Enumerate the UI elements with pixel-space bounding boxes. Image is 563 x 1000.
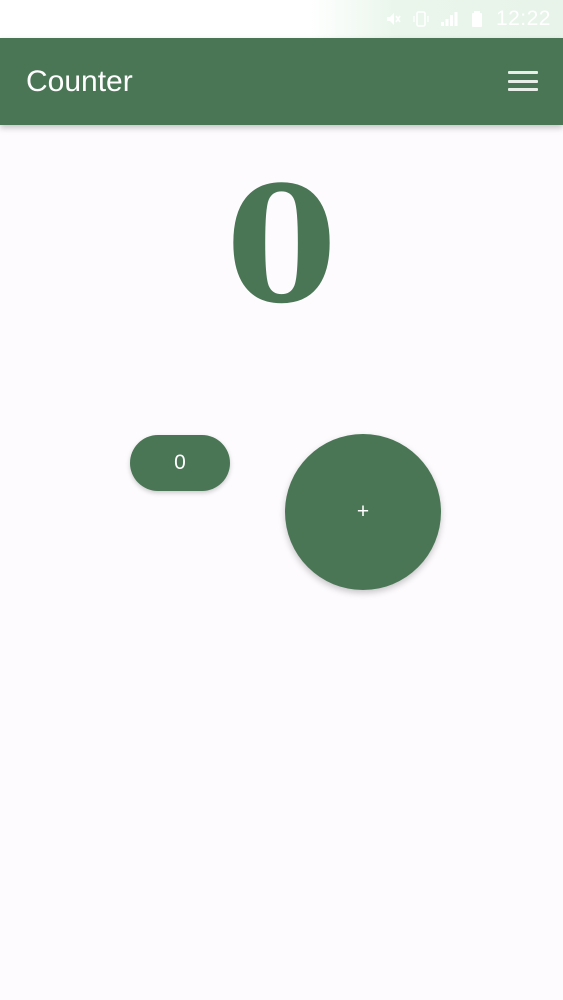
signal-icon bbox=[440, 10, 458, 28]
reset-button[interactable]: 0 bbox=[130, 435, 230, 491]
battery-icon bbox=[468, 10, 486, 28]
menu-icon bbox=[508, 71, 538, 91]
vibrate-icon bbox=[412, 10, 430, 28]
app-bar: Counter bbox=[0, 38, 563, 125]
menu-button[interactable] bbox=[507, 68, 539, 94]
mute-icon bbox=[384, 10, 402, 28]
app-title: Counter bbox=[26, 65, 133, 98]
status-bar: 12:22 bbox=[0, 0, 563, 38]
counter-value: 0 bbox=[225, 151, 338, 339]
status-icons: 12:22 bbox=[384, 7, 551, 30]
increment-button[interactable]: + bbox=[285, 434, 441, 590]
status-time: 12:22 bbox=[495, 7, 551, 30]
